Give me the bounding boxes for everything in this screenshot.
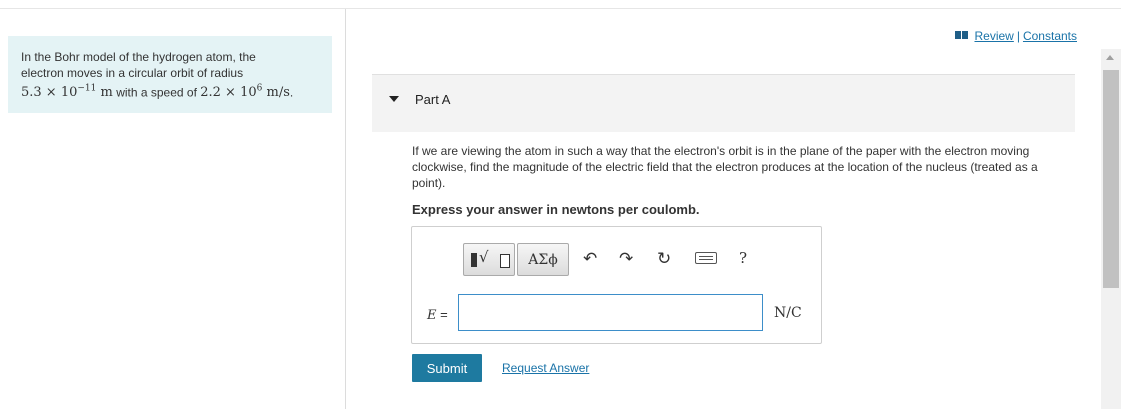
redo-icon[interactable]: ↷ (619, 249, 633, 269)
panel-divider (345, 9, 346, 409)
request-answer-link[interactable]: Request Answer (502, 361, 589, 375)
answer-variable-label: E = (427, 307, 448, 323)
keyboard-icon[interactable] (695, 252, 717, 264)
problem-line-1: In the Bohr model of the hydrogen atom, … (21, 50, 256, 64)
undo-icon[interactable]: ↶ (583, 249, 597, 269)
problem-statement: In the Bohr model of the hydrogen atom, … (8, 36, 332, 113)
reset-icon[interactable]: ↻ (657, 249, 671, 269)
scroll-up-arrow-icon[interactable] (1106, 55, 1114, 60)
radius-value: 5.3 × 10−11 m (21, 84, 113, 101)
help-icon[interactable]: ? (739, 249, 747, 267)
speed-value: 2.2 × 106 m/s (200, 84, 290, 101)
problem-line-2: electron moves in a circular orbit of ra… (21, 66, 244, 80)
book-icon (955, 31, 969, 39)
link-separator: | (1016, 29, 1020, 43)
submit-button[interactable]: Submit (412, 354, 482, 382)
scrollbar-thumb[interactable] (1103, 70, 1119, 288)
answer-box: √ ΑΣϕ ↶ ↷ ↻ ? E = N/C (411, 226, 822, 344)
top-links: Review | Constants (955, 29, 1077, 43)
constants-link[interactable]: Constants (1023, 29, 1077, 43)
review-link[interactable]: Review (974, 29, 1013, 43)
part-a-header[interactable]: Part A (372, 75, 1075, 132)
answer-instruction: Express your answer in newtons per coulo… (412, 202, 700, 217)
question-text: If we are viewing the atom in such a way… (412, 144, 1038, 190)
answer-unit: N/C (774, 305, 802, 321)
radical-template-icon (471, 253, 477, 267)
templates-button[interactable]: √ (463, 243, 515, 276)
part-a-title: Part A (415, 92, 451, 107)
problem-mid-text: with a speed of (116, 85, 197, 100)
answer-input[interactable] (458, 294, 763, 331)
collapse-caret-icon[interactable] (389, 96, 399, 102)
problem-line-3: 5.3 × 10−11 m with a speed of 2.2 × 106 … (21, 84, 294, 101)
greek-symbols-button[interactable]: ΑΣϕ (517, 243, 569, 276)
top-border (0, 8, 1121, 9)
